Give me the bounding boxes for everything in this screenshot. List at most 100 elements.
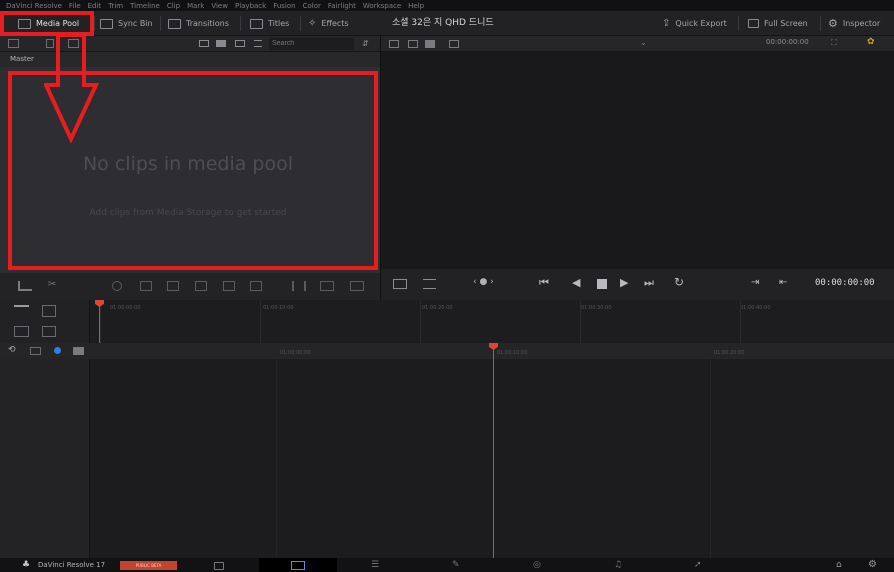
play-icon[interactable]: ▶ [620, 276, 628, 289]
timeline-playhead[interactable] [493, 343, 494, 558]
menu-bar: DaVinci Resolve File Edit Trim Timeline … [0, 0, 894, 11]
menu-color[interactable]: Color [303, 2, 321, 10]
edit-tools-toolbar: ✂ [0, 273, 380, 300]
flag-icon[interactable] [54, 347, 61, 354]
timeline-toolbar: ⟲ [0, 343, 894, 359]
filter-icon[interactable]: ⇵ [362, 39, 369, 48]
stop-icon[interactable] [597, 279, 607, 289]
viewer [381, 52, 894, 269]
previous-clip-icon[interactable]: ⇤ [779, 277, 787, 288]
jog-control-icon[interactable]: ‹ ● › [473, 277, 494, 287]
sync-bin-button[interactable]: Sync Bin [100, 11, 153, 36]
menu-workspace[interactable]: Workspace [363, 2, 401, 10]
list-view-icon[interactable] [235, 40, 245, 47]
app-name: DaVinci Resolve 17 [38, 561, 106, 569]
timeline-tracks[interactable]: 01:00:00:00 01:00:10:00 01:00:20:00 [90, 343, 894, 558]
ripple-icon[interactable] [292, 281, 306, 291]
fit-to-fill-icon[interactable] [223, 281, 235, 291]
next-clip-icon[interactable]: ⇥ [751, 277, 759, 288]
home-icon[interactable]: ⌂ [836, 560, 842, 570]
menu-clip[interactable]: Clip [167, 2, 180, 10]
snapping-icon[interactable] [112, 281, 122, 291]
replace-icon[interactable] [195, 281, 207, 291]
viewer-dropdown-chevron-icon[interactable]: ⌄ [640, 38, 647, 47]
viewer-toolbar: ⌄ 00:00:00:00 ⛶ ✿ [381, 36, 894, 52]
menu-view[interactable]: View [211, 2, 228, 10]
append-icon[interactable] [320, 281, 334, 291]
effects-icon: ✧ [308, 18, 317, 29]
skip-to-start-icon[interactable]: ⏮ [539, 276, 549, 290]
menu-fairlight[interactable]: Fairlight [328, 2, 356, 10]
track-headers [0, 359, 90, 558]
overwrite-icon[interactable] [167, 281, 179, 291]
menu-file[interactable]: File [69, 2, 81, 10]
beta-badge: PUBLIC BETA [120, 561, 177, 570]
timeline-ruler[interactable]: 01:00:00:00 01:00:10:00 01:00:20:00 01:0… [90, 300, 894, 343]
marker-icon[interactable] [73, 347, 84, 355]
sidebar-toggle-icon[interactable] [8, 39, 19, 48]
menu-trim[interactable]: Trim [108, 2, 123, 10]
viewer-mode-icon[interactable] [449, 40, 459, 48]
menu-edit[interactable]: Edit [88, 2, 102, 10]
zoom-icon[interactable]: ⛶ [831, 38, 837, 48]
thumbnail-view-icon[interactable] [199, 40, 209, 47]
fairlight-page-icon[interactable]: ♫ [614, 560, 622, 570]
clip-view-icon[interactable] [18, 281, 32, 291]
track-ruler-label: 01:00:10:00 [497, 350, 528, 356]
razor-icon[interactable]: ✂ [48, 279, 56, 290]
titles-button[interactable]: Titles [250, 11, 289, 36]
grid-view-icon[interactable] [216, 40, 226, 47]
interface-toolbar: Media Pool Sync Bin Transitions Titles ✧… [0, 11, 894, 36]
viewer-controls: ‹ ● › ⏮ ◀ ▶ ⏭ ↻ ⇥ ⇤ 00:00:00:00 [381, 269, 894, 300]
color-picker-icon[interactable]: ✿ [867, 37, 875, 47]
loop-icon[interactable]: ↻ [674, 275, 684, 289]
inspector-button[interactable]: ⚙ Inspector [828, 11, 880, 36]
selection-tool-icon[interactable] [42, 305, 56, 317]
trim-tool-icon[interactable] [14, 305, 29, 317]
titles-icon [250, 18, 263, 29]
effects-button[interactable]: ✧ Effects [308, 11, 349, 36]
menu-playback[interactable]: Playback [235, 2, 266, 10]
audio-track-icon[interactable] [30, 347, 41, 355]
viewer-options-icon[interactable] [393, 279, 407, 289]
menu-timeline[interactable]: Timeline [130, 2, 160, 10]
fusion-page-icon[interactable]: ✎ [452, 560, 460, 570]
sort-icon[interactable] [254, 40, 262, 47]
settings-icon[interactable]: ⚙ [868, 559, 877, 570]
viewer-menu-icon[interactable] [423, 279, 436, 289]
full-screen-icon [748, 19, 759, 28]
play-reverse-icon[interactable]: ◀ [572, 276, 580, 289]
bin-name[interactable]: Master [10, 55, 34, 63]
dual-viewer-icon[interactable] [408, 40, 418, 48]
full-screen-button[interactable]: Full Screen [748, 11, 808, 36]
single-viewer-icon[interactable] [389, 40, 399, 48]
color-page-icon[interactable]: ◎ [533, 560, 541, 570]
viewer-timecode-top: 00:00:00:00 [766, 38, 809, 46]
transitions-icon [168, 18, 181, 29]
timeline-tools-panel [0, 300, 90, 343]
place-on-top-icon[interactable] [250, 281, 262, 291]
page-cut-active[interactable] [259, 558, 337, 572]
project-title: 소셜 32은 지 QHD 드니드 [392, 18, 494, 28]
media-page-icon[interactable] [214, 562, 224, 570]
edit-page-icon[interactable]: ☰ [371, 560, 379, 570]
ruler-label: 01:00:20:00 [422, 305, 453, 311]
dynamic-trim-icon[interactable] [14, 326, 29, 337]
deliver-page-icon[interactable]: ➚ [694, 560, 702, 570]
quick-export-icon: ⇪ [662, 18, 671, 29]
menu-help[interactable]: Help [408, 2, 424, 10]
link-icon[interactable]: ⟲ [8, 345, 16, 355]
insert-icon[interactable] [140, 281, 152, 291]
close-up-icon[interactable] [350, 281, 364, 291]
menu-davinci-resolve[interactable]: DaVinci Resolve [6, 2, 62, 10]
blade-tool-icon[interactable] [42, 326, 56, 337]
quick-export-button[interactable]: ⇪ Quick Export [662, 11, 727, 36]
strip-view-icon[interactable] [425, 40, 435, 48]
sync-bin-icon [100, 18, 113, 29]
transitions-button[interactable]: Transitions [168, 11, 229, 36]
skip-to-end-icon[interactable]: ⏭ [644, 276, 654, 290]
media-pool-search-input[interactable] [269, 38, 354, 50]
menu-fusion[interactable]: Fusion [273, 2, 295, 10]
track-ruler-label: 01:00:20:00 [714, 350, 745, 356]
menu-mark[interactable]: Mark [187, 2, 204, 10]
